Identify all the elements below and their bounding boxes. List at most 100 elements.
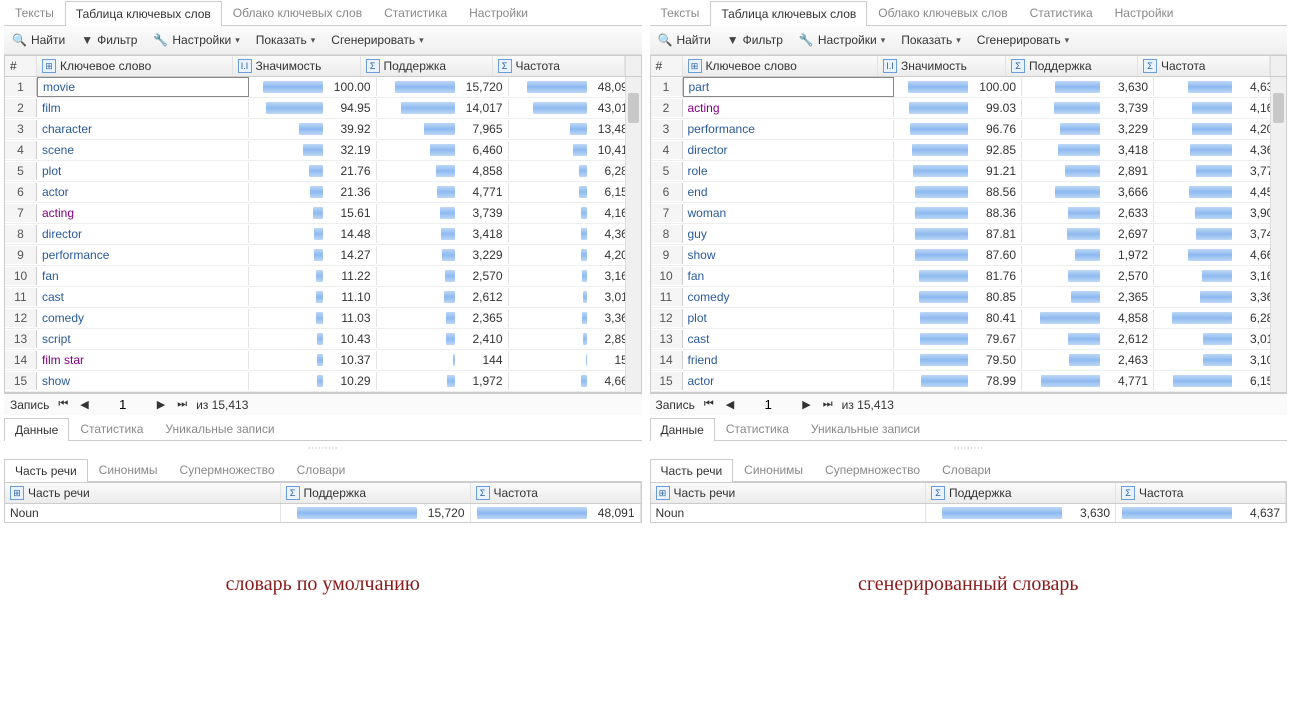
keyword-cell[interactable]: cast xyxy=(37,288,249,306)
nav-last-icon[interactable]: ⏭ xyxy=(174,398,190,411)
table-row[interactable]: 5 plot 21.76 4,858 6,283 xyxy=(5,161,641,182)
table-row[interactable]: 12 plot 80.41 4,858 6,283 xyxy=(651,308,1287,329)
table-row[interactable]: 8 director 14.48 3,418 4,366 xyxy=(5,224,641,245)
table-row[interactable]: 10 fan 11.22 2,570 3,160 xyxy=(5,266,641,287)
col-pos[interactable]: ⊞Часть речи xyxy=(651,483,927,503)
col-significance[interactable]: I.IЗначимость xyxy=(233,56,361,76)
keyword-cell[interactable]: woman xyxy=(683,204,895,222)
tab-keyword-table[interactable]: Таблица ключевых слов xyxy=(710,1,867,26)
find-button[interactable]: 🔍Найти xyxy=(6,30,71,50)
keyword-cell[interactable]: scene xyxy=(37,141,249,159)
tab-settings[interactable]: Настройки xyxy=(1104,0,1185,25)
table-row[interactable]: 6 end 88.56 3,666 4,459 xyxy=(651,182,1287,203)
tab-settings[interactable]: Настройки xyxy=(458,0,539,25)
subtab-pos[interactable]: Часть речи xyxy=(650,459,734,482)
table-row[interactable]: 13 cast 79.67 2,612 3,013 xyxy=(651,329,1287,350)
col-pos[interactable]: ⊞Часть речи xyxy=(5,483,281,503)
table-row[interactable]: 1 part 100.00 3,630 4,637 xyxy=(651,77,1287,98)
table-row[interactable]: 9 show 87.60 1,972 4,668 xyxy=(651,245,1287,266)
subtab-superset[interactable]: Супермножество xyxy=(169,458,286,481)
col-frequency[interactable]: ΣЧастота xyxy=(1138,56,1270,76)
keyword-cell[interactable]: friend xyxy=(683,351,895,369)
keyword-cell[interactable]: actor xyxy=(683,372,895,390)
tab-statistics[interactable]: Статистика xyxy=(373,0,458,25)
table-row[interactable]: 9 performance 14.27 3,229 4,207 xyxy=(5,245,641,266)
subtab-dictionaries[interactable]: Словари xyxy=(286,458,357,481)
col-keyword[interactable]: ⊞Ключевое слово xyxy=(37,56,233,76)
tab-statistics[interactable]: Статистика xyxy=(1019,0,1104,25)
vertical-scrollbar[interactable] xyxy=(1270,77,1286,392)
show-button[interactable]: Показать▾ xyxy=(250,30,322,50)
scroll-thumb[interactable] xyxy=(1273,93,1284,123)
nav-first-icon[interactable]: ⏮ xyxy=(701,398,717,411)
keyword-cell[interactable]: comedy xyxy=(37,309,249,327)
filter-button[interactable]: ▼Фильтр xyxy=(721,30,789,50)
keyword-cell[interactable]: acting xyxy=(683,99,895,117)
subtab-superset[interactable]: Супермножество xyxy=(814,458,931,481)
keyword-cell[interactable]: comedy xyxy=(683,288,895,306)
col-significance[interactable]: I.IЗначимость xyxy=(878,56,1006,76)
col-index[interactable]: # xyxy=(651,56,683,76)
subtab-synonyms[interactable]: Синонимы xyxy=(733,458,814,481)
col-keyword[interactable]: ⊞Ключевое слово xyxy=(683,56,879,76)
subtab-data[interactable]: Данные xyxy=(650,418,715,441)
table-row[interactable]: 3 character 39.92 7,965 13,488 xyxy=(5,119,641,140)
table-row[interactable]: 12 comedy 11.03 2,365 3,363 xyxy=(5,308,641,329)
subtab-statistics[interactable]: Статистика xyxy=(715,417,800,440)
show-button[interactable]: Показать▾ xyxy=(895,30,967,50)
settings-button[interactable]: 🔧Настройки▾ xyxy=(147,30,245,50)
keyword-cell[interactable]: cast xyxy=(683,330,895,348)
table-row[interactable]: 4 director 92.85 3,418 4,366 xyxy=(651,140,1287,161)
subtab-synonyms[interactable]: Синонимы xyxy=(88,458,169,481)
keyword-cell[interactable]: guy xyxy=(683,225,895,243)
keyword-cell[interactable]: show xyxy=(683,246,895,264)
record-number-input[interactable] xyxy=(743,397,793,412)
table-row[interactable]: 11 cast 11.10 2,612 3,013 xyxy=(5,287,641,308)
col-index[interactable]: # xyxy=(5,56,37,76)
table-row[interactable]: 14 friend 79.50 2,463 3,103 xyxy=(651,350,1287,371)
keyword-cell[interactable]: director xyxy=(37,225,249,243)
keyword-cell[interactable]: performance xyxy=(683,120,895,138)
table-row[interactable]: 2 acting 99.03 3,739 4,161 xyxy=(651,98,1287,119)
table-row[interactable]: 10 fan 81.76 2,570 3,160 xyxy=(651,266,1287,287)
settings-button[interactable]: 🔧Настройки▾ xyxy=(793,30,891,50)
keyword-cell[interactable]: show xyxy=(37,372,249,390)
nav-last-icon[interactable]: ⏭ xyxy=(820,398,836,411)
col-frequency[interactable]: ΣЧастота xyxy=(493,56,625,76)
keyword-cell[interactable]: film xyxy=(37,99,249,117)
col-pos-frequency[interactable]: ΣЧастота xyxy=(1116,483,1286,503)
subtab-dictionaries[interactable]: Словари xyxy=(931,458,1002,481)
nav-next-icon[interactable]: ▶ xyxy=(799,398,813,411)
keyword-cell[interactable]: fan xyxy=(683,267,895,285)
nav-first-icon[interactable]: ⏮ xyxy=(55,398,71,411)
table-row[interactable]: 6 actor 21.36 4,771 6,154 xyxy=(5,182,641,203)
table-row[interactable]: 13 script 10.43 2,410 2,896 xyxy=(5,329,641,350)
table-row[interactable]: 3 performance 96.76 3,229 4,207 xyxy=(651,119,1287,140)
col-pos-frequency[interactable]: ΣЧастота xyxy=(471,483,641,503)
nav-prev-icon[interactable]: ◀ xyxy=(77,398,91,411)
table-row[interactable]: 5 role 91.21 2,891 3,778 xyxy=(651,161,1287,182)
table-row[interactable]: 11 comedy 80.85 2,365 3,363 xyxy=(651,287,1287,308)
col-pos-support[interactable]: ΣПоддержка xyxy=(926,483,1116,503)
table-row[interactable]: 7 acting 15.61 3,739 4,161 xyxy=(5,203,641,224)
col-support[interactable]: ΣПоддержка xyxy=(361,56,493,76)
tab-keyword-cloud[interactable]: Облако ключевых слов xyxy=(222,0,373,25)
nav-prev-icon[interactable]: ◀ xyxy=(723,398,737,411)
filter-button[interactable]: ▼Фильтр xyxy=(75,30,143,50)
keyword-cell[interactable]: character xyxy=(37,120,249,138)
keyword-cell[interactable]: script xyxy=(37,330,249,348)
subtab-unique[interactable]: Уникальные записи xyxy=(154,417,285,440)
find-button[interactable]: 🔍Найти xyxy=(652,30,717,50)
pos-row[interactable]: Noun 3,630 4,637 xyxy=(650,504,1288,523)
keyword-cell[interactable]: actor xyxy=(37,183,249,201)
table-row[interactable]: 8 guy 87.81 2,697 3,746 xyxy=(651,224,1287,245)
keyword-cell[interactable]: end xyxy=(683,183,895,201)
table-row[interactable]: 7 woman 88.36 2,633 3,908 xyxy=(651,203,1287,224)
generate-button[interactable]: Сгенерировать▾ xyxy=(971,30,1075,50)
table-row[interactable]: 14 film star 10.37 144 150 xyxy=(5,350,641,371)
table-row[interactable]: 15 show 10.29 1,972 4,668 xyxy=(5,371,641,392)
nav-next-icon[interactable]: ▶ xyxy=(154,398,168,411)
keyword-cell[interactable]: acting xyxy=(37,204,249,222)
tab-texts[interactable]: Тексты xyxy=(4,0,65,25)
keyword-cell[interactable]: part xyxy=(683,77,895,97)
